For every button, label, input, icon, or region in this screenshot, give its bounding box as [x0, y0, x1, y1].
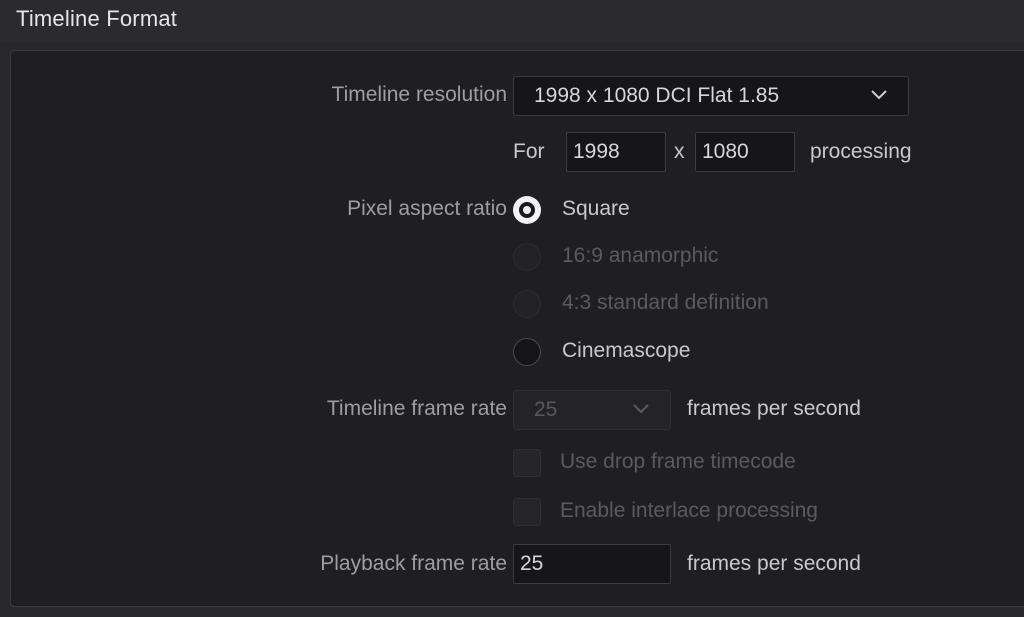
resolution-width-input[interactable]: 1998: [566, 132, 666, 172]
playback-frame-rate-input[interactable]: 25: [513, 544, 671, 584]
timeline-frame-rate-unit: frames per second: [687, 397, 861, 420]
timeline-resolution-label: Timeline resolution: [331, 83, 507, 106]
radio-square[interactable]: [513, 196, 541, 224]
timeline-resolution-dropdown[interactable]: 1998 x 1080 DCI Flat 1.85: [513, 76, 909, 116]
playback-frame-rate-unit: frames per second: [687, 552, 861, 575]
interlace-checkbox[interactable]: [513, 498, 541, 526]
resolution-height-input[interactable]: 1080: [695, 132, 795, 172]
timeline-resolution-value: 1998 x 1080 DCI Flat 1.85: [534, 84, 780, 107]
drop-frame-checkbox[interactable]: [513, 449, 541, 477]
drop-frame-label: Use drop frame timecode: [560, 450, 796, 473]
x-separator: x: [674, 140, 685, 163]
timeline-format-panel: Timeline resolution 1998 x 1080 DCI Flat…: [10, 50, 1024, 607]
radio-16-9-anamorphic[interactable]: [513, 243, 541, 271]
radio-16-9-anamorphic-label: 16:9 anamorphic: [562, 244, 719, 267]
playback-frame-rate-value: 25: [520, 552, 544, 575]
section-title: Timeline Format: [16, 6, 178, 31]
for-label: For: [513, 140, 545, 163]
timeline-frame-rate-dropdown[interactable]: 25: [513, 390, 671, 430]
chevron-down-icon: [633, 404, 649, 414]
resolution-width-value: 1998: [573, 140, 620, 163]
radio-cinemascope-label[interactable]: Cinemascope: [562, 339, 690, 363]
pixel-aspect-ratio-label: Pixel aspect ratio: [347, 197, 507, 220]
interlace-label: Enable interlace processing: [560, 499, 818, 522]
radio-cinemascope[interactable]: [513, 338, 541, 366]
radio-4-3-standard-label: 4:3 standard definition: [562, 291, 769, 314]
chevron-down-icon: [871, 90, 887, 100]
section-header: Timeline Format: [0, 0, 1024, 42]
radio-4-3-standard[interactable]: [513, 290, 541, 318]
processing-label: processing: [810, 140, 912, 163]
timeline-frame-rate-value: 25: [534, 398, 558, 421]
timeline-frame-rate-label: Timeline frame rate: [326, 397, 507, 420]
radio-square-label[interactable]: Square: [562, 197, 630, 221]
playback-frame-rate-label: Playback frame rate: [320, 552, 507, 575]
resolution-height-value: 1080: [702, 140, 749, 163]
